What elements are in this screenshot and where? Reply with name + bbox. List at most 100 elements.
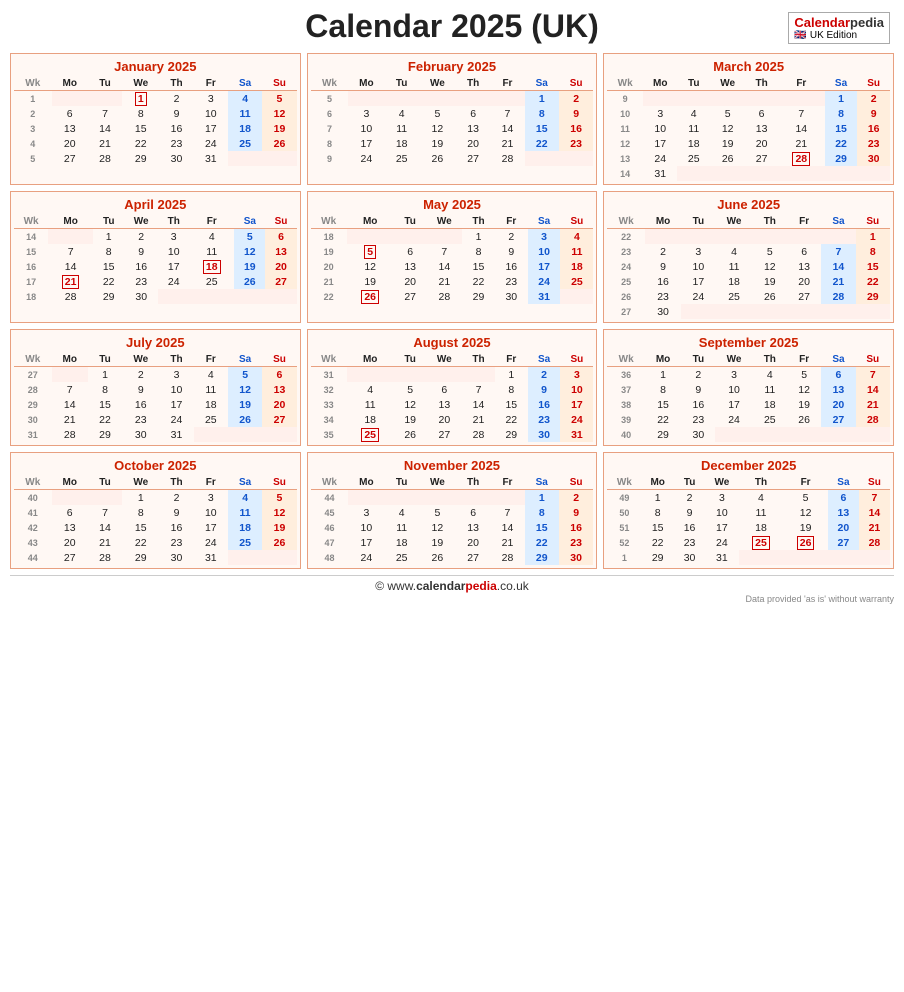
col-header-su: Su	[559, 77, 593, 91]
month-title: July 2025	[14, 333, 297, 353]
cal-cell	[385, 91, 419, 107]
cal-cell: 23	[159, 535, 193, 550]
cal-cell: 27	[52, 151, 88, 166]
col-header-mo: Mo	[348, 476, 384, 490]
cal-cell: 19	[347, 274, 394, 289]
cal-cell: 22	[607, 229, 645, 245]
cal-cell: 1	[525, 490, 559, 506]
cal-cell: 17	[528, 259, 561, 274]
col-header-wk: Wk	[14, 353, 52, 367]
cal-cell	[677, 166, 710, 181]
cal-cell: 4	[715, 244, 752, 259]
cal-cell: 12	[607, 136, 643, 151]
cal-cell	[419, 91, 456, 107]
col-header-sa: Sa	[525, 476, 559, 490]
cal-cell: 2	[124, 229, 158, 245]
cal-cell: 6	[456, 505, 490, 520]
cal-cell: 24	[681, 289, 715, 304]
cal-cell: 25	[385, 151, 419, 166]
cal-cell: 23	[559, 535, 593, 550]
cal-cell	[52, 91, 88, 107]
cal-cell: 21	[778, 136, 825, 151]
cal-cell: 16	[645, 274, 681, 289]
cal-cell: 29	[122, 550, 159, 565]
cal-cell: 24	[348, 550, 384, 565]
col-header-sa: Sa	[228, 77, 262, 91]
cal-cell: 2	[159, 91, 193, 107]
cal-cell: 22	[88, 412, 122, 427]
cal-cell: 6	[265, 229, 296, 245]
col-header-mo: Mo	[347, 353, 394, 367]
cal-cell: 5	[262, 490, 296, 506]
cal-cell: 7	[490, 505, 524, 520]
cal-cell: 4	[739, 490, 784, 506]
col-header-sa: Sa	[528, 215, 561, 229]
cal-cell	[783, 550, 828, 565]
cal-cell: 19	[394, 412, 427, 427]
cal-cell: 24	[607, 259, 645, 274]
cal-cell: 5	[234, 229, 265, 245]
col-header-tu: Tu	[88, 353, 122, 367]
cal-cell: 21	[52, 412, 88, 427]
col-header-su: Su	[262, 353, 296, 367]
cal-cell: 1	[88, 367, 122, 383]
cal-cell: 38	[607, 397, 645, 412]
col-header-su: Su	[560, 353, 593, 367]
cal-cell: 4	[228, 490, 262, 506]
cal-cell: 6	[787, 244, 821, 259]
cal-cell: 17	[705, 520, 739, 535]
cal-cell: 22	[93, 274, 124, 289]
cal-cell: 14	[462, 397, 495, 412]
cal-cell: 8	[88, 382, 122, 397]
cal-cell	[347, 229, 394, 245]
cal-cell	[394, 229, 427, 245]
col-header-fr: Fr	[194, 77, 228, 91]
month-title: March 2025	[607, 57, 890, 77]
cal-cell: 41	[14, 505, 52, 520]
cal-cell: 26	[419, 151, 456, 166]
cal-cell: 49	[607, 490, 641, 506]
cal-cell: 21	[490, 535, 524, 550]
cal-cell: 10	[158, 244, 189, 259]
cal-cell: 5	[394, 382, 427, 397]
cal-cell: 19	[311, 244, 347, 259]
col-header-th: Th	[159, 77, 193, 91]
cal-cell	[262, 151, 296, 166]
cal-cell: 32	[311, 382, 347, 397]
col-header-wk: Wk	[311, 215, 347, 229]
cal-cell: 15	[88, 397, 122, 412]
cal-cell: 18	[194, 397, 228, 412]
cal-cell: 3	[348, 106, 384, 121]
cal-cell: 23	[645, 289, 681, 304]
cal-cell: 8	[93, 244, 124, 259]
cal-cell: 9	[645, 259, 681, 274]
cal-cell: 28	[88, 550, 122, 565]
cal-cell: 29	[856, 289, 890, 304]
cal-cell	[427, 367, 463, 383]
cal-cell: 21	[490, 136, 524, 151]
cal-cell: 2	[528, 367, 561, 383]
cal-cell: 30	[159, 550, 193, 565]
cal-cell	[559, 151, 593, 166]
cal-cell: 5	[753, 244, 787, 259]
cal-cell: 27	[828, 535, 859, 550]
cal-cell: 26	[710, 151, 745, 166]
cal-cell: 28	[490, 151, 524, 166]
cal-cell: 7	[427, 244, 463, 259]
col-header-sa: Sa	[825, 77, 858, 91]
cal-cell: 15	[856, 259, 890, 274]
cal-cell: 29	[14, 397, 52, 412]
cal-cell: 30	[674, 550, 705, 565]
cal-cell	[385, 490, 419, 506]
cal-cell	[560, 289, 593, 304]
cal-cell: 24	[194, 136, 228, 151]
cal-cell: 24	[560, 412, 593, 427]
logo: Calendarpedia 🇬🇧UK Edition	[788, 12, 890, 44]
cal-cell: 28	[821, 289, 855, 304]
cal-cell	[825, 166, 858, 181]
cal-cell	[419, 490, 456, 506]
cal-cell: 14	[778, 121, 825, 136]
cal-cell: 15	[825, 121, 858, 136]
cal-cell: 34	[311, 412, 347, 427]
cal-cell: 9	[674, 505, 705, 520]
